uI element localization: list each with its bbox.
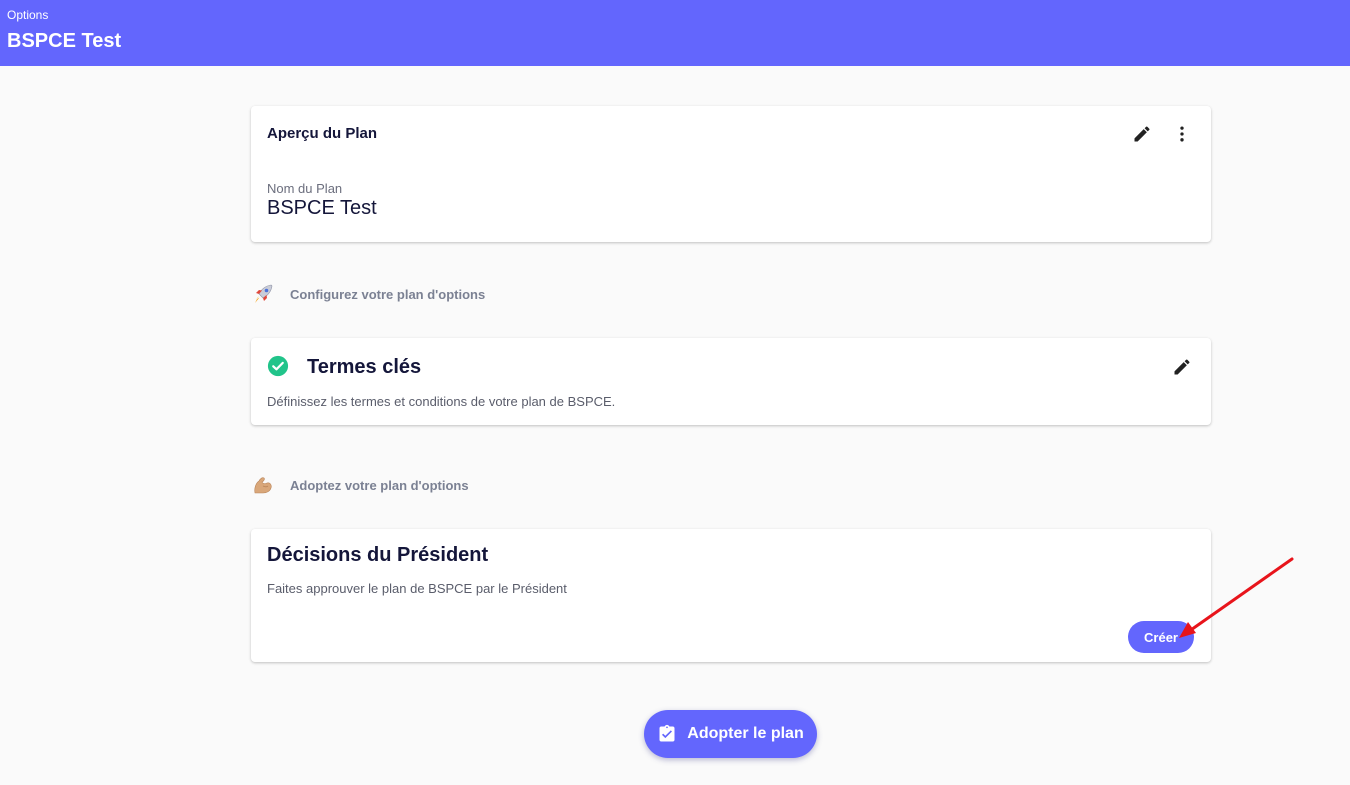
plan-name-value: BSPCE Test [267, 197, 377, 219]
overview-title: Aperçu du Plan [267, 125, 378, 142]
plan-name-label: Nom du Plan [267, 181, 343, 196]
pencil-icon [1174, 359, 1190, 375]
flexed-biceps-icon [250, 473, 276, 497]
pencil-icon [1134, 126, 1150, 142]
adopt-plan-label: Adopter le plan [687, 725, 804, 742]
section-configure-label: Configurez votre plan d'options [290, 286, 486, 302]
decisions-title: Décisions du Président [267, 544, 489, 566]
rocket-icon [250, 282, 276, 306]
key-terms-description: Définissez les termes et conditions de v… [267, 394, 616, 409]
president-decisions-card: Décisions du Président Faites approuver … [251, 529, 1211, 662]
edit-plan-button[interactable] [1128, 120, 1156, 148]
create-button[interactable]: Créer [1128, 621, 1194, 653]
section-adopt-label: Adoptez votre plan d'options [290, 477, 469, 493]
more-options-button[interactable] [1168, 120, 1196, 148]
key-terms-title: Termes clés [307, 356, 422, 378]
edit-terms-button[interactable] [1168, 353, 1196, 381]
top-header: Options BSPCE Test [0, 0, 1350, 66]
more-vertical-icon [1180, 126, 1184, 142]
section-configure: Configurez votre plan d'options [250, 282, 485, 306]
breadcrumb[interactable]: Options [7, 8, 48, 22]
check-circle-icon [267, 355, 289, 377]
plan-overview-card: Aperçu du Plan Nom du Plan BSPCE Test [251, 106, 1211, 242]
clipboard-check-icon [659, 724, 675, 742]
key-terms-card[interactable]: Termes clés Définissez les termes et con… [251, 338, 1211, 425]
page-title: BSPCE Test [7, 30, 122, 52]
adopt-plan-button[interactable]: Adopter le plan [644, 710, 817, 758]
decisions-description: Faites approuver le plan de BSPCE par le… [267, 581, 567, 596]
section-adopt: Adoptez votre plan d'options [250, 473, 469, 497]
